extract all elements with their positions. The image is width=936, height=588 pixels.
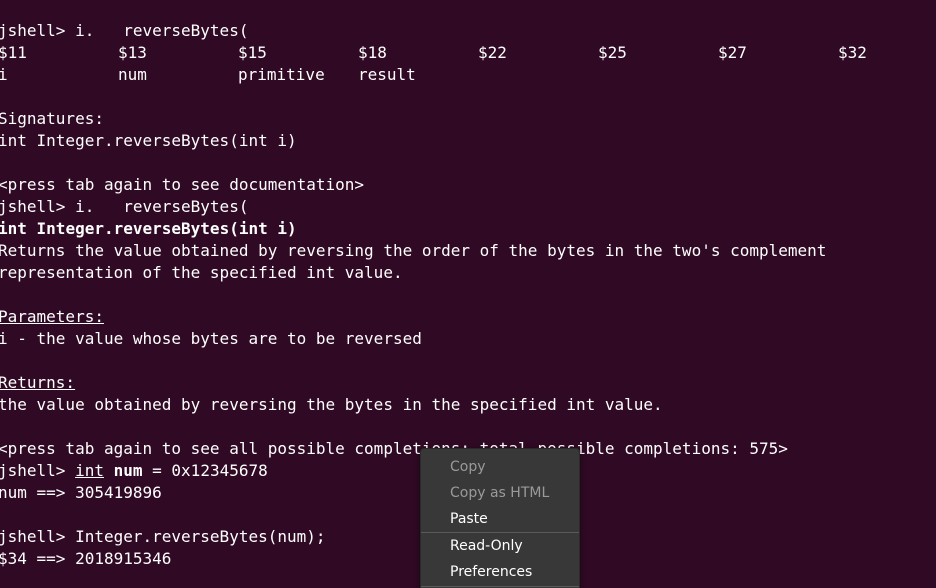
input-text: i. reverseBytes( [75,197,249,216]
completion-item: $22 [478,43,507,62]
terminal-line: jshell> int num = 0x12345678 [0,460,268,482]
menu-item-preferences[interactable]: Preferences [421,559,579,585]
input-text: Integer.reverseBytes(num); [75,527,326,546]
returns-header: Returns: [0,372,75,394]
terminal-window[interactable]: jshell> i. reverseBytes( $11 $13 $15 $18… [0,0,936,588]
doc-signature-type: int [0,219,27,238]
menu-item-read-only[interactable]: Read-Only [421,533,579,559]
prompt: jshell> [0,527,76,546]
press-tab-hint: <press tab again to see all possible com… [0,439,788,458]
input-text: i. reverseBytes( [75,21,249,40]
variable-num: num [113,461,143,480]
returns-header-text: Returns: [0,373,76,392]
terminal-line: jshell> Integer.reverseBytes(num); [0,526,326,548]
completion-item: $11 [0,43,27,62]
signatures-header: Signatures: [0,109,104,128]
completion-item: i [0,65,8,84]
menu-item-copy-as-html[interactable]: Copy as HTML [421,480,579,506]
prompt: jshell> [0,461,76,480]
terminal-line: jshell> i. reverseBytes( [0,20,248,42]
context-menu: Copy Copy as HTML Paste Read-Only Prefer… [420,448,580,588]
menu-separator [421,586,579,587]
completion-item: num [118,65,147,84]
completion-row: $11 $13 $15 $18 $22 $25 $27 $32 [0,42,936,64]
completion-item: $13 [118,43,147,62]
keyword-int: int [75,461,104,480]
completion-item: $25 [598,43,627,62]
menu-item-copy[interactable]: Copy [421,454,579,480]
output-line: num ==> 305419896 [0,483,162,502]
completion-item: $27 [718,43,747,62]
completion-item: $15 [238,43,267,62]
terminal-line: jshell> i. reverseBytes( [0,196,248,218]
input-text: = 0x12345678 [142,461,268,480]
doc-signature-name: Integer.reverseBytes(int i) [26,219,297,238]
completion-item: result [358,65,416,84]
signature-line: int Integer.reverseBytes(int i) [0,131,297,150]
params-header: Parameters: [0,306,104,328]
doc-text: Returns the value obtained by reversing … [0,241,827,260]
params-header-text: Parameters: [0,307,104,326]
params-text: i - the value whose bytes are to be reve… [0,329,422,348]
prompt: jshell> [0,21,76,40]
completion-row: i num primitive result [0,64,936,86]
returns-text: the value obtained by reversing the byte… [0,395,663,414]
completion-item: $32 [838,43,867,62]
completion-item: $18 [358,43,387,62]
prompt: jshell> [0,197,76,216]
doc-signature: int Integer.reverseBytes(int i) [0,218,297,240]
doc-text: representation of the specified int valu… [0,263,403,282]
output-line: $34 ==> 2018915346 [0,549,172,568]
press-tab-hint: <press tab again to see documentation> [0,175,365,194]
completion-item: primitive [238,65,325,84]
menu-item-paste[interactable]: Paste [421,506,579,532]
